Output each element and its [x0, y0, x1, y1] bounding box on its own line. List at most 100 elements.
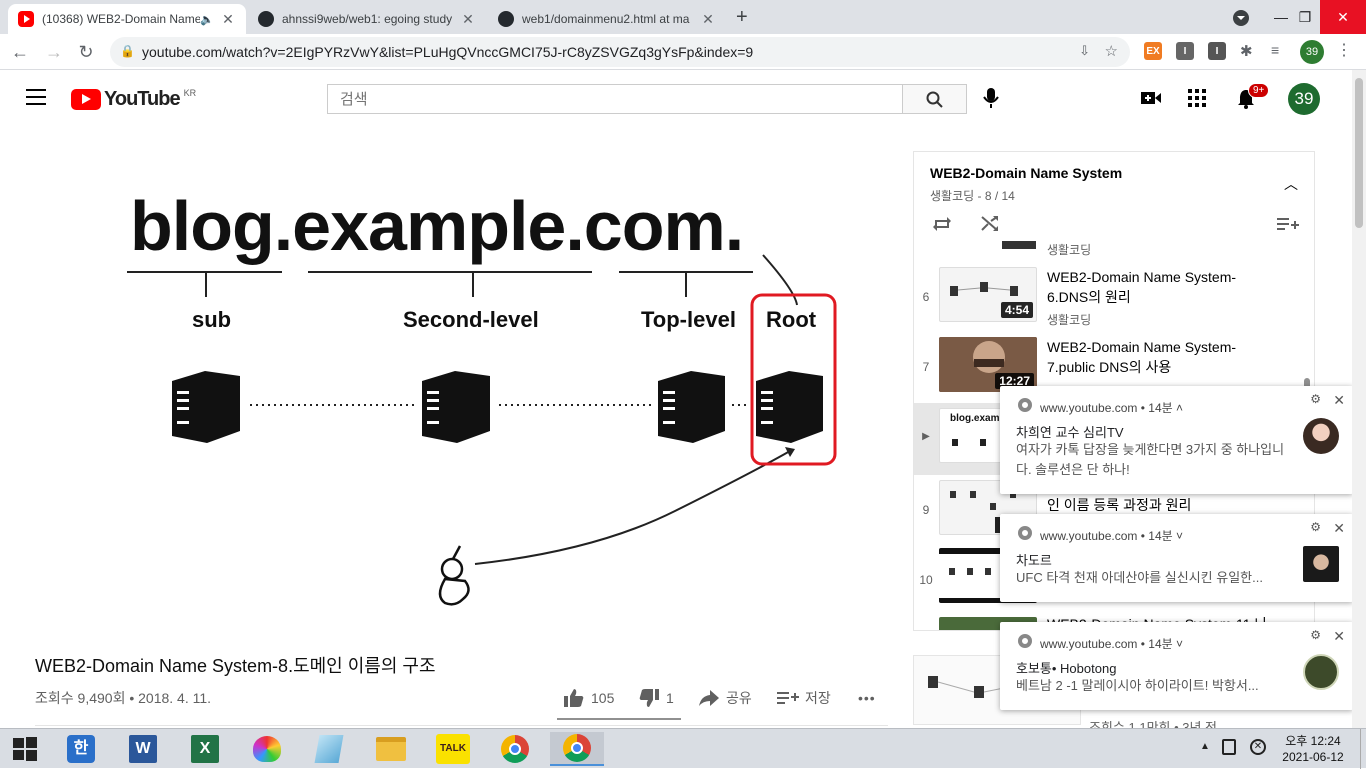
profile-avatar[interactable]: 39: [1300, 40, 1324, 64]
browser-toolbar: ← → ↻ 🔒 youtube.com/watch?v=2EIgPYRzVwY&…: [0, 34, 1366, 70]
save-button[interactable]: 저장: [777, 688, 831, 708]
tab-youtube[interactable]: (10368) WEB2-Domain Name 🔈 ✕: [8, 4, 246, 34]
windows-taskbar: 한 W X TALK ▲ ✕ 오후 12:24 2021-06-12: [0, 728, 1366, 769]
youtube-icon: [18, 11, 34, 27]
save-label: 저장: [805, 690, 831, 706]
playlist-item[interactable]: 6 4:54 WEB2-Domain Name System-6.DNS의 원리…: [914, 262, 1314, 330]
kakaotalk-app-icon[interactable]: TALK: [426, 732, 480, 766]
chrome-icon: [1018, 634, 1032, 648]
notification-source: www.youtube.com • 14분 ˅: [1040, 529, 1184, 543]
gear-icon[interactable]: ⚙: [1310, 520, 1321, 534]
create-video-icon[interactable]: [1140, 90, 1162, 106]
item-title: 인 이름 등록 과정과 원리: [1047, 497, 1192, 513]
taskbar-clock[interactable]: 오후 12:24 2021-06-12: [1268, 733, 1358, 765]
hamburger-menu-icon[interactable]: [26, 89, 46, 105]
playlist-title[interactable]: WEB2-Domain Name System: [930, 165, 1122, 181]
gear-icon[interactable]: ⚙: [1310, 628, 1321, 642]
youtube-header: YouTube KR 9+ 39: [0, 70, 1352, 127]
like-ratio-bar: [557, 718, 681, 720]
extension-i2-icon[interactable]: I: [1208, 42, 1226, 60]
window-close-button[interactable]: ✕: [1320, 0, 1366, 34]
chrome-app-icon[interactable]: [488, 732, 542, 766]
loop-icon[interactable]: [932, 214, 952, 232]
start-button[interactable]: [0, 732, 50, 766]
item-title: WEB2-Domain Name System-6.DNS의 원리: [1047, 269, 1237, 305]
url-text: youtube.com/watch?v=2EIgPYRzVwY&list=PLu…: [142, 44, 754, 60]
dislike-count: 1: [666, 690, 674, 706]
apps-grid-icon[interactable]: [1188, 89, 1206, 107]
thumbnail-partial[interactable]: [1002, 241, 1036, 249]
user-figure-icon: [438, 545, 470, 606]
excel-app-icon[interactable]: X: [178, 732, 232, 766]
tab-search-icon[interactable]: [1233, 10, 1249, 26]
new-tab-button[interactable]: +: [736, 6, 748, 29]
channel-avatar: [1303, 546, 1339, 582]
extensions-puzzle-icon[interactable]: ✱: [1240, 42, 1253, 60]
dislike-button[interactable]: 1: [638, 688, 674, 708]
hangul-app-icon[interactable]: 한: [54, 732, 108, 766]
show-desktop-button[interactable]: [1360, 729, 1366, 769]
microphone-icon[interactable]: [983, 87, 999, 109]
expand-chevron-icon: ˄: [1176, 401, 1184, 415]
forward-button[interactable]: →: [40, 38, 68, 66]
notification-card[interactable]: www.youtube.com • 14분 ˅ ⚙ ✕ 호보통• Hoboton…: [1000, 622, 1353, 710]
search-input[interactable]: [327, 84, 903, 114]
close-icon[interactable]: ✕: [1333, 520, 1345, 537]
tab-github-domainmenu[interactable]: web1/domainmenu2.html at ma ✕: [488, 4, 726, 34]
collapse-chevron-icon[interactable]: ︿: [1284, 174, 1298, 194]
item-channel: 생활코딩: [1047, 313, 1092, 327]
paint-app-icon[interactable]: [240, 732, 294, 766]
file-explorer-icon[interactable]: [364, 732, 418, 766]
browser-menu-icon[interactable]: ⋮: [1336, 40, 1352, 60]
page-scrollbar[interactable]: [1352, 70, 1366, 728]
close-icon[interactable]: ✕: [460, 11, 476, 28]
tray-chevron-icon[interactable]: ▲: [1200, 741, 1210, 752]
network-disabled-icon[interactable]: ✕: [1250, 739, 1266, 755]
channel-avatar: [1303, 418, 1339, 454]
share-icon: [699, 690, 719, 706]
media-queue-icon[interactable]: ≡: [1271, 42, 1279, 58]
close-icon[interactable]: ✕: [1333, 392, 1345, 409]
notification-card[interactable]: www.youtube.com • 14분 ˄ ⚙ ✕ 차희연 교수 심리TV …: [1000, 386, 1353, 494]
shuffle-icon[interactable]: [980, 214, 1000, 232]
more-actions-button[interactable]: •••: [858, 690, 876, 706]
tab-title: ahnssi9web/web1: egoing study: [282, 12, 453, 26]
battery-icon[interactable]: [1222, 739, 1236, 755]
notification-card[interactable]: www.youtube.com • 14분 ˅ ⚙ ✕ 차도르 UFC 타격 천…: [1000, 514, 1353, 602]
notification-source: www.youtube.com • 14분 ˅: [1040, 637, 1184, 651]
video-player[interactable]: blog.example.com. sub Second-level Top-l…: [35, 151, 888, 629]
close-icon[interactable]: ✕: [220, 11, 236, 28]
install-icon[interactable]: ⇩: [1079, 43, 1090, 59]
speaker-icon[interactable]: 🔈: [200, 13, 214, 26]
back-button[interactable]: ←: [6, 38, 34, 66]
scroll-thumb[interactable]: [1355, 78, 1363, 228]
search-button[interactable]: [902, 84, 967, 114]
lock-icon[interactable]: 🔒: [120, 44, 135, 58]
gear-icon[interactable]: ⚙: [1310, 392, 1321, 406]
account-avatar[interactable]: 39: [1288, 83, 1320, 115]
youtube-logo[interactable]: YouTube KR: [71, 88, 196, 111]
search-icon: [926, 91, 943, 108]
windows-logo-icon: [13, 737, 37, 761]
chrome-active-window-icon[interactable]: [550, 732, 604, 766]
playlist-save-icon[interactable]: [1277, 216, 1299, 232]
item-index: 6: [922, 290, 930, 304]
bookmark-star-icon[interactable]: ☆: [1105, 42, 1118, 60]
thumbs-down-icon: [639, 689, 659, 707]
word-app-icon[interactable]: W: [116, 732, 170, 766]
notes-app-icon[interactable]: [302, 732, 356, 766]
close-icon[interactable]: ✕: [1333, 628, 1345, 645]
divider: [35, 725, 888, 726]
extension-i-icon[interactable]: I: [1176, 42, 1194, 60]
tab-github-web1[interactable]: ahnssi9web/web1: egoing study ✕: [248, 4, 486, 34]
video-meta: 조회수 9,490회 • 2018. 4. 11.: [35, 690, 212, 706]
close-icon[interactable]: ✕: [700, 11, 716, 28]
notification-body: 베트남 2 -1 말레이시아 하이라이트! 박항서...: [1016, 678, 1259, 693]
extension-ex-icon[interactable]: EX: [1144, 42, 1162, 60]
reload-button[interactable]: ↻: [72, 38, 100, 66]
expand-chevron-icon: ˅: [1176, 529, 1184, 543]
like-button[interactable]: 105: [563, 688, 614, 708]
address-bar[interactable]: 🔒 youtube.com/watch?v=2EIgPYRzVwY&list=P…: [110, 37, 1130, 67]
share-button[interactable]: 공유: [698, 688, 752, 708]
tab-title: web1/domainmenu2.html at ma: [522, 12, 690, 26]
